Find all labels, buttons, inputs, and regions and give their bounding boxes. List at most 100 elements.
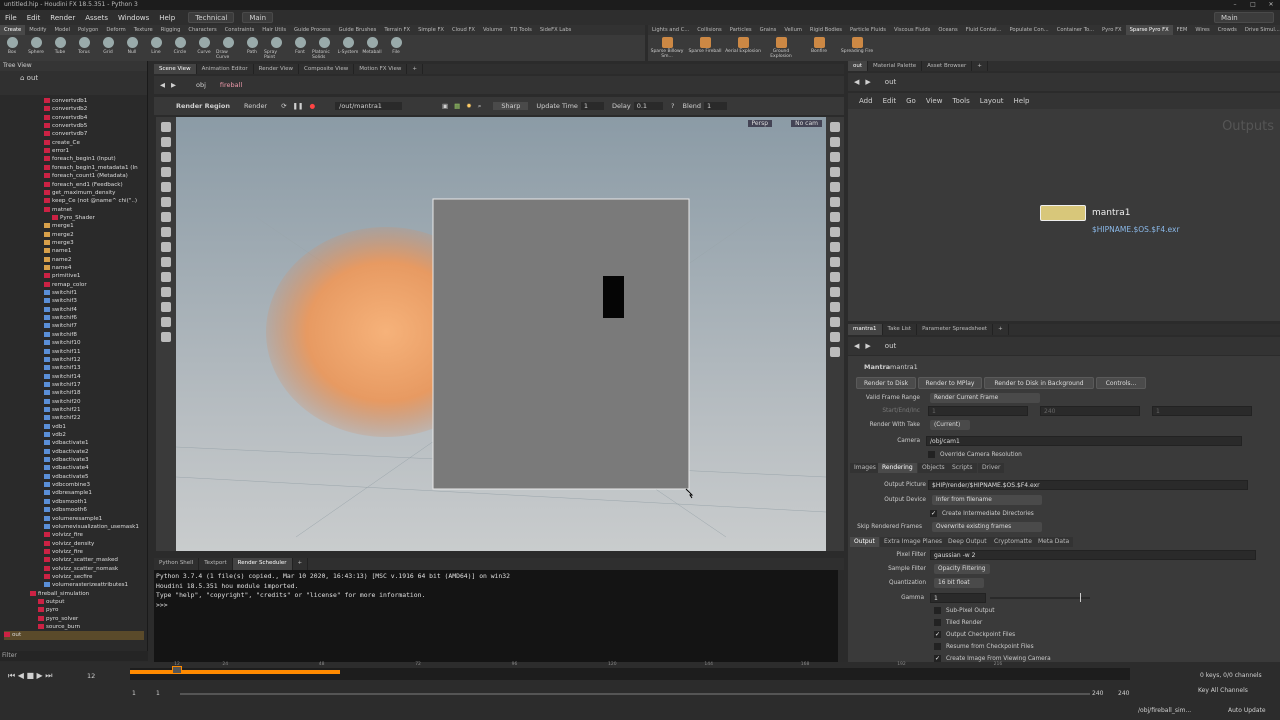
back-icon[interactable]: ◀ <box>854 342 859 350</box>
tab-output[interactable]: Output <box>850 537 879 547</box>
tree-filter[interactable]: Filter <box>0 651 148 661</box>
tree-node[interactable]: volvizz_fire <box>44 548 83 556</box>
shelf-tool[interactable]: File <box>384 35 408 61</box>
tab-motion-fx-view[interactable]: Motion FX View <box>354 64 408 74</box>
shelf-tool[interactable]: Line <box>144 35 168 61</box>
stop-icon[interactable]: ● <box>309 102 315 110</box>
shelf-set-dropdown[interactable]: Main <box>242 12 274 23</box>
shadow-icon[interactable] <box>830 272 840 282</box>
render-option-checkbox[interactable]: Tiled Render <box>934 619 982 627</box>
shelf-tab[interactable]: FEM <box>1173 25 1192 35</box>
shelf-tab[interactable]: Viscous Fluids <box>890 25 934 35</box>
tree-node[interactable]: Pyro_Shader <box>52 214 95 222</box>
transform-icon[interactable] <box>161 137 171 147</box>
shelf-tool[interactable]: Draw Curve <box>216 35 240 61</box>
uv-icon[interactable] <box>830 227 840 237</box>
tree-node[interactable]: volvizz_fire <box>44 531 83 539</box>
select-icon[interactable] <box>161 122 171 132</box>
key-all-channels-button[interactable]: Key All Channels <box>1198 687 1248 694</box>
shelf-tab[interactable]: Rigid Bodies <box>806 25 846 35</box>
tree-node[interactable]: switchif20 <box>44 398 81 406</box>
shelf-tab[interactable]: Drive Simul... <box>1241 25 1280 35</box>
tree-node[interactable]: vdb1 <box>44 423 66 431</box>
tree-node[interactable]: error1 <box>44 147 69 155</box>
output-picture-field[interactable]: $HIP/render/$HIPNAME.$OS.$F4.exr <box>928 480 1248 490</box>
valid-frame-range-menu[interactable]: Render Current Frame <box>930 393 1040 403</box>
pause-icon[interactable]: ❚❚ <box>293 102 304 110</box>
shelf-tool[interactable]: L-System <box>336 35 360 61</box>
back-icon[interactable]: ◀ <box>160 81 165 89</box>
shelf-tab[interactable]: Particles <box>726 25 756 35</box>
tree-node[interactable]: matnet <box>44 206 72 214</box>
visualize-icon[interactable] <box>830 347 840 357</box>
desktop-right-dropdown[interactable]: Main <box>1214 12 1274 23</box>
shelf-tab[interactable]: Vellum <box>780 25 806 35</box>
mantra-node[interactable] <box>1040 205 1086 221</box>
tree-node[interactable]: switchif12 <box>44 356 81 364</box>
menu-file[interactable]: File <box>0 14 22 22</box>
tree-node[interactable]: switchif17 <box>44 381 81 389</box>
normals-icon[interactable] <box>830 212 840 222</box>
tab-animation-editor[interactable]: Animation Editor <box>197 64 254 74</box>
tree-node[interactable]: switchif7 <box>44 322 77 330</box>
tab-deep-output[interactable]: Deep Output <box>944 537 991 547</box>
console-prompt[interactable]: >>> <box>156 601 836 611</box>
shelf-tab[interactable]: Guide Brushes <box>335 25 381 35</box>
tree-node[interactable]: volumerasterizeattributes1 <box>44 581 128 589</box>
render-with-take-menu[interactable]: (Current) <box>930 420 970 430</box>
shelf-tool[interactable]: Platonic Solids <box>312 35 336 61</box>
tree-node[interactable]: name1 <box>44 247 71 255</box>
sample-filter-menu[interactable]: Opacity Filtering <box>934 564 990 574</box>
magnet-icon[interactable] <box>161 242 171 252</box>
scene-viewport[interactable]: Persp No cam <box>176 117 826 551</box>
net-menu-edit[interactable]: Edit <box>878 97 902 105</box>
tree-node[interactable]: switchif13 <box>44 364 81 372</box>
settings-icon[interactable] <box>161 332 171 342</box>
sharp-dropdown[interactable]: Sharp <box>493 102 529 110</box>
persp-menu[interactable]: Persp <box>747 120 772 127</box>
display-icon[interactable]: ▦ <box>454 102 460 110</box>
shelf-tool[interactable]: Spreading Fire <box>838 35 876 61</box>
tab-scripts[interactable]: Scripts <box>948 463 977 473</box>
gamma-slider-handle[interactable] <box>1080 593 1081 602</box>
tree-node[interactable]: vdbsmooth1 <box>44 498 87 506</box>
back-icon[interactable]: ◀ <box>854 78 859 86</box>
forward-icon[interactable]: ▶ <box>865 78 870 86</box>
tree-node[interactable]: get_maximum_density <box>44 189 115 197</box>
render-to-mplay-button[interactable]: Render to MPlay <box>918 377 982 389</box>
handle-icon[interactable] <box>161 182 171 192</box>
shelf-tool[interactable]: Box <box>0 35 24 61</box>
blend-field[interactable]: 1 <box>704 102 728 110</box>
shelf-tool[interactable]: Bonfire <box>800 35 838 61</box>
pose-icon[interactable] <box>161 197 171 207</box>
tree-view-tab[interactable]: Tree View <box>0 61 147 71</box>
mantra-node-name[interactable]: mantra1 <box>1092 208 1130 218</box>
render-option-checkbox[interactable]: Sub-Pixel Output <box>934 607 995 615</box>
help-icon[interactable]: ? <box>671 102 674 110</box>
shelf-tab[interactable]: Container To... <box>1053 25 1098 35</box>
tree-node[interactable]: switchif3 <box>44 297 77 305</box>
tree-node[interactable]: switchif10 <box>44 339 81 347</box>
tree-node[interactable]: volvizz_scatter_masked <box>44 556 118 564</box>
tree-node[interactable]: vdbactivate3 <box>44 456 89 464</box>
add-tab-icon[interactable]: + <box>293 558 309 570</box>
shelf-tab[interactable]: Rigging <box>157 25 185 35</box>
maximize-icon[interactable]: □ <box>1244 0 1262 10</box>
view-icon[interactable] <box>161 227 171 237</box>
shelf-tool[interactable]: Circle <box>168 35 192 61</box>
background-icon[interactable] <box>830 287 840 297</box>
home-icon[interactable]: ⌂ <box>20 74 27 82</box>
camera-menu[interactable]: No cam <box>791 120 822 127</box>
camera-icon[interactable] <box>161 272 171 282</box>
tab-images[interactable]: Images <box>850 463 880 473</box>
tree-node[interactable]: remap_color <box>44 281 87 289</box>
ssao-icon[interactable] <box>830 332 840 342</box>
tree-node[interactable]: merge3 <box>44 239 74 247</box>
tree-node[interactable]: volvizz_scatter_nomask <box>44 565 118 573</box>
shelf-tab[interactable]: Deform <box>102 25 129 35</box>
shelf-tab[interactable]: Populate Con... <box>1005 25 1052 35</box>
tab-render-scheduler[interactable]: Render Scheduler <box>232 558 293 570</box>
shelf-tool[interactable]: Torus <box>72 35 96 61</box>
quantization-menu[interactable]: 16 bit float <box>934 578 984 588</box>
net-menu-help[interactable]: Help <box>1009 97 1035 105</box>
